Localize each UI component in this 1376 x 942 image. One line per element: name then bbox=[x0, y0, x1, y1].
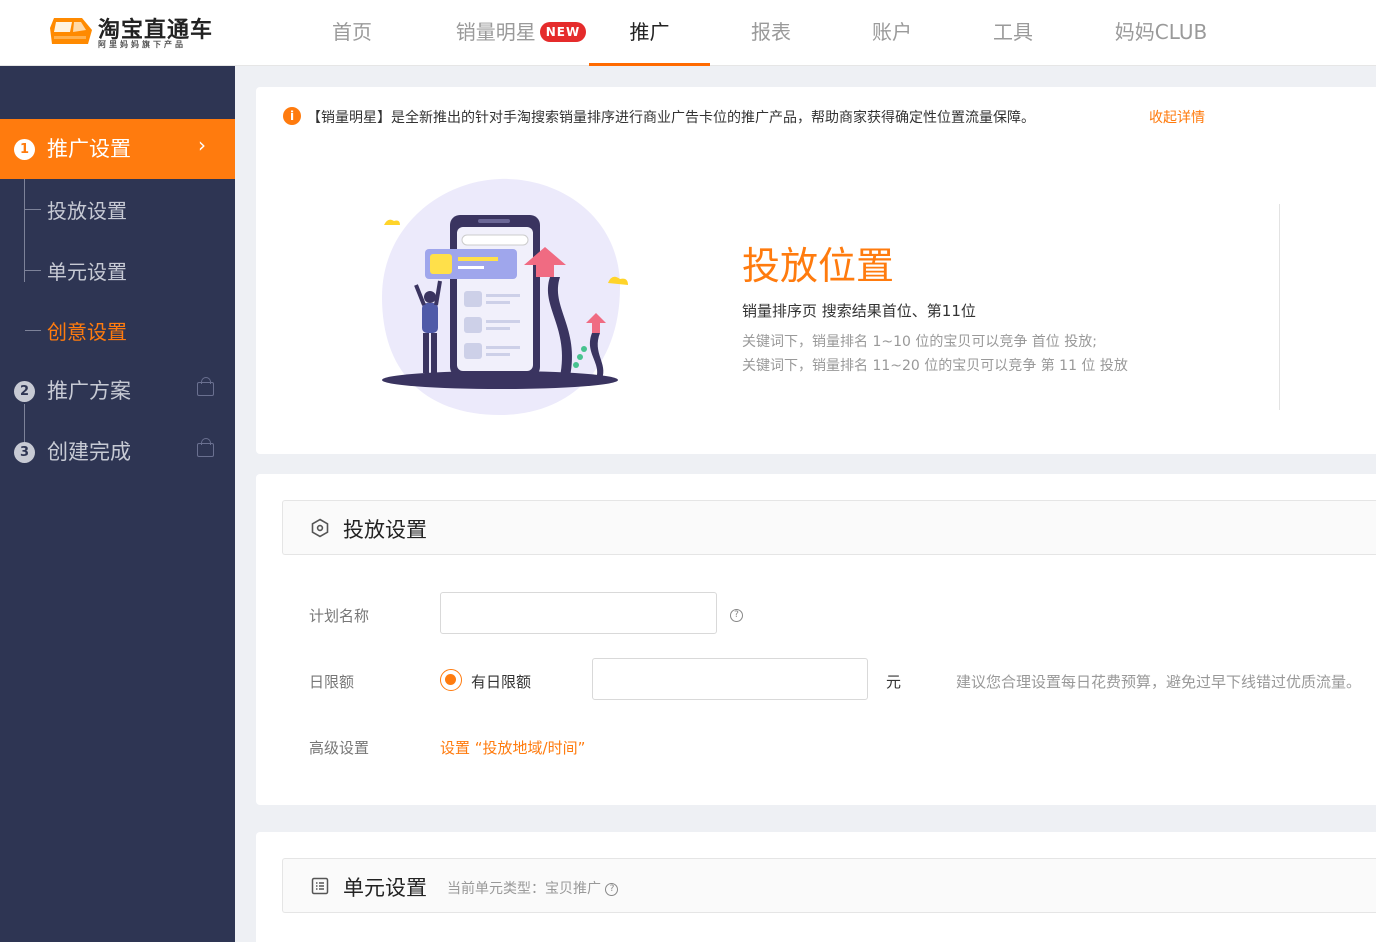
plan-name-input[interactable] bbox=[440, 592, 717, 634]
divider bbox=[1279, 204, 1280, 410]
nav-active-indicator bbox=[589, 63, 710, 66]
product-intro-card: i 【销量明星】是全新推出的针对手淘搜索销量排序进行商业广告卡位的推广产品，帮助… bbox=[256, 87, 1376, 454]
advanced-settings-label: 高级设置 bbox=[309, 739, 370, 757]
phone-illustration-icon bbox=[382, 178, 628, 415]
step-label: 推广方案 bbox=[47, 379, 131, 403]
nav-home[interactable]: 首页 bbox=[300, 0, 404, 66]
sidebar-item-unit-settings[interactable]: 单元设置 bbox=[0, 240, 235, 300]
nav-reports[interactable]: 报表 bbox=[720, 0, 822, 66]
currency-unit: 元 bbox=[886, 673, 902, 691]
placement-title: 投放位置 bbox=[742, 244, 895, 288]
sidebar-item-label: 创意设置 bbox=[47, 320, 127, 344]
unit-type-text: 当前单元类型：宝贝推广 bbox=[447, 881, 601, 897]
brand-logo[interactable]: 淘宝直通车 阿里妈妈旗下产品 bbox=[48, 12, 218, 52]
tree-tick bbox=[25, 330, 41, 331]
lock-icon bbox=[197, 377, 214, 396]
list-icon bbox=[311, 877, 329, 895]
step-number: 3 bbox=[14, 442, 35, 463]
help-icon[interactable]: ? bbox=[730, 609, 743, 622]
section-title: 投放设置 bbox=[343, 518, 427, 542]
budget-tip: 建议您合理设置每日花费预算，避免过早下线错过优质流量。 bbox=[956, 673, 1362, 691]
step-label: 推广设置 bbox=[47, 137, 131, 161]
nav-sales-star[interactable]: 销量明星 NEW bbox=[440, 0, 602, 66]
nav-account[interactable]: 账户 bbox=[841, 0, 943, 66]
daily-budget-label: 日限额 bbox=[309, 673, 355, 691]
tree-tick bbox=[25, 209, 41, 210]
hexagon-icon bbox=[311, 518, 329, 538]
unit-settings-card: 单元设置 当前单元类型：宝贝推广 ? bbox=[256, 832, 1376, 942]
daily-budget-input[interactable] bbox=[592, 658, 868, 700]
nav-promotion[interactable]: 推广 bbox=[589, 0, 710, 66]
step-label: 创建完成 bbox=[47, 440, 131, 464]
step-sidebar: 1 推广设置 › 投放设置 单元设置 创意设置 2 推广方案 3 创建完成 bbox=[0, 66, 235, 942]
sidebar-item-label: 投放设置 bbox=[47, 199, 127, 223]
step-creation-complete: 3 创建完成 bbox=[0, 422, 235, 482]
nav-tools[interactable]: 工具 bbox=[962, 0, 1064, 66]
lock-icon bbox=[197, 438, 214, 457]
step-promotion-plan: 2 推广方案 bbox=[0, 361, 235, 421]
nav-mama-club[interactable]: 妈妈CLUB bbox=[1098, 0, 1224, 66]
section-header: 单元设置 当前单元类型：宝贝推广 ? bbox=[282, 858, 1376, 913]
sidebar-item-creative-settings[interactable]: 创意设置 bbox=[0, 300, 235, 360]
step-promotion-settings[interactable]: 1 推广设置 › bbox=[0, 119, 235, 179]
sidebar-item-label: 单元设置 bbox=[47, 260, 127, 284]
brand-subtitle: 阿里妈妈旗下产品 bbox=[98, 40, 186, 49]
nav-home-label: 首页 bbox=[332, 20, 372, 44]
help-icon[interactable]: ? bbox=[605, 882, 619, 896]
section-header: 投放设置 bbox=[282, 500, 1376, 555]
region-time-settings-link[interactable]: 设置 “投放地域/时间” bbox=[440, 737, 585, 758]
chevron-right-icon: › bbox=[198, 133, 206, 157]
daily-budget-radio[interactable] bbox=[440, 669, 462, 691]
delivery-settings-card: 投放设置 计划名称 ? 日限额 有日限额 元 建议您合理设置每日花费预算，避免过… bbox=[256, 474, 1376, 805]
nav-promotion-label: 推广 bbox=[629, 20, 670, 44]
daily-budget-option-label[interactable]: 有日限额 bbox=[471, 671, 531, 692]
placement-desc-1: 关键词下，销量排名 1~10 位的宝贝可以竞争 首位 投放; bbox=[742, 334, 1097, 350]
unit-type-note: 当前单元类型：宝贝推广 ? bbox=[447, 878, 619, 898]
nav-mama-club-label: 妈妈CLUB bbox=[1114, 20, 1208, 44]
placement-desc-2: 关键词下，销量排名 11~20 位的宝贝可以竞争 第 11 位 投放 bbox=[742, 358, 1128, 374]
step-number: 1 bbox=[14, 139, 35, 160]
top-navbar: 淘宝直通车 阿里妈妈旗下产品 首页 销量明星 NEW 推广 报表 账户 工具 妈妈… bbox=[0, 0, 1376, 66]
sidebar-item-delivery-settings[interactable]: 投放设置 bbox=[0, 179, 235, 239]
tree-tick bbox=[25, 270, 41, 271]
info-icon: i bbox=[283, 107, 301, 125]
plan-name-label: 计划名称 bbox=[309, 607, 370, 625]
section-title: 单元设置 bbox=[343, 876, 427, 900]
nav-account-label: 账户 bbox=[872, 20, 912, 44]
collapse-details-link[interactable]: 收起详情 bbox=[1149, 107, 1205, 127]
nav-tools-label: 工具 bbox=[993, 20, 1033, 44]
new-badge: NEW bbox=[539, 22, 587, 42]
nav-sales-star-label: 销量明星 bbox=[455, 20, 536, 44]
step-number: 2 bbox=[14, 381, 35, 402]
train-logo-icon bbox=[50, 18, 92, 44]
nav-reports-label: 报表 bbox=[751, 20, 791, 44]
notice-text: 【销量明星】是全新推出的针对手淘搜索销量排序进行商业广告卡位的推广产品，帮助商家… bbox=[307, 110, 1035, 126]
placement-subtitle: 销量排序页 搜索结果首位、第11位 bbox=[742, 302, 976, 320]
